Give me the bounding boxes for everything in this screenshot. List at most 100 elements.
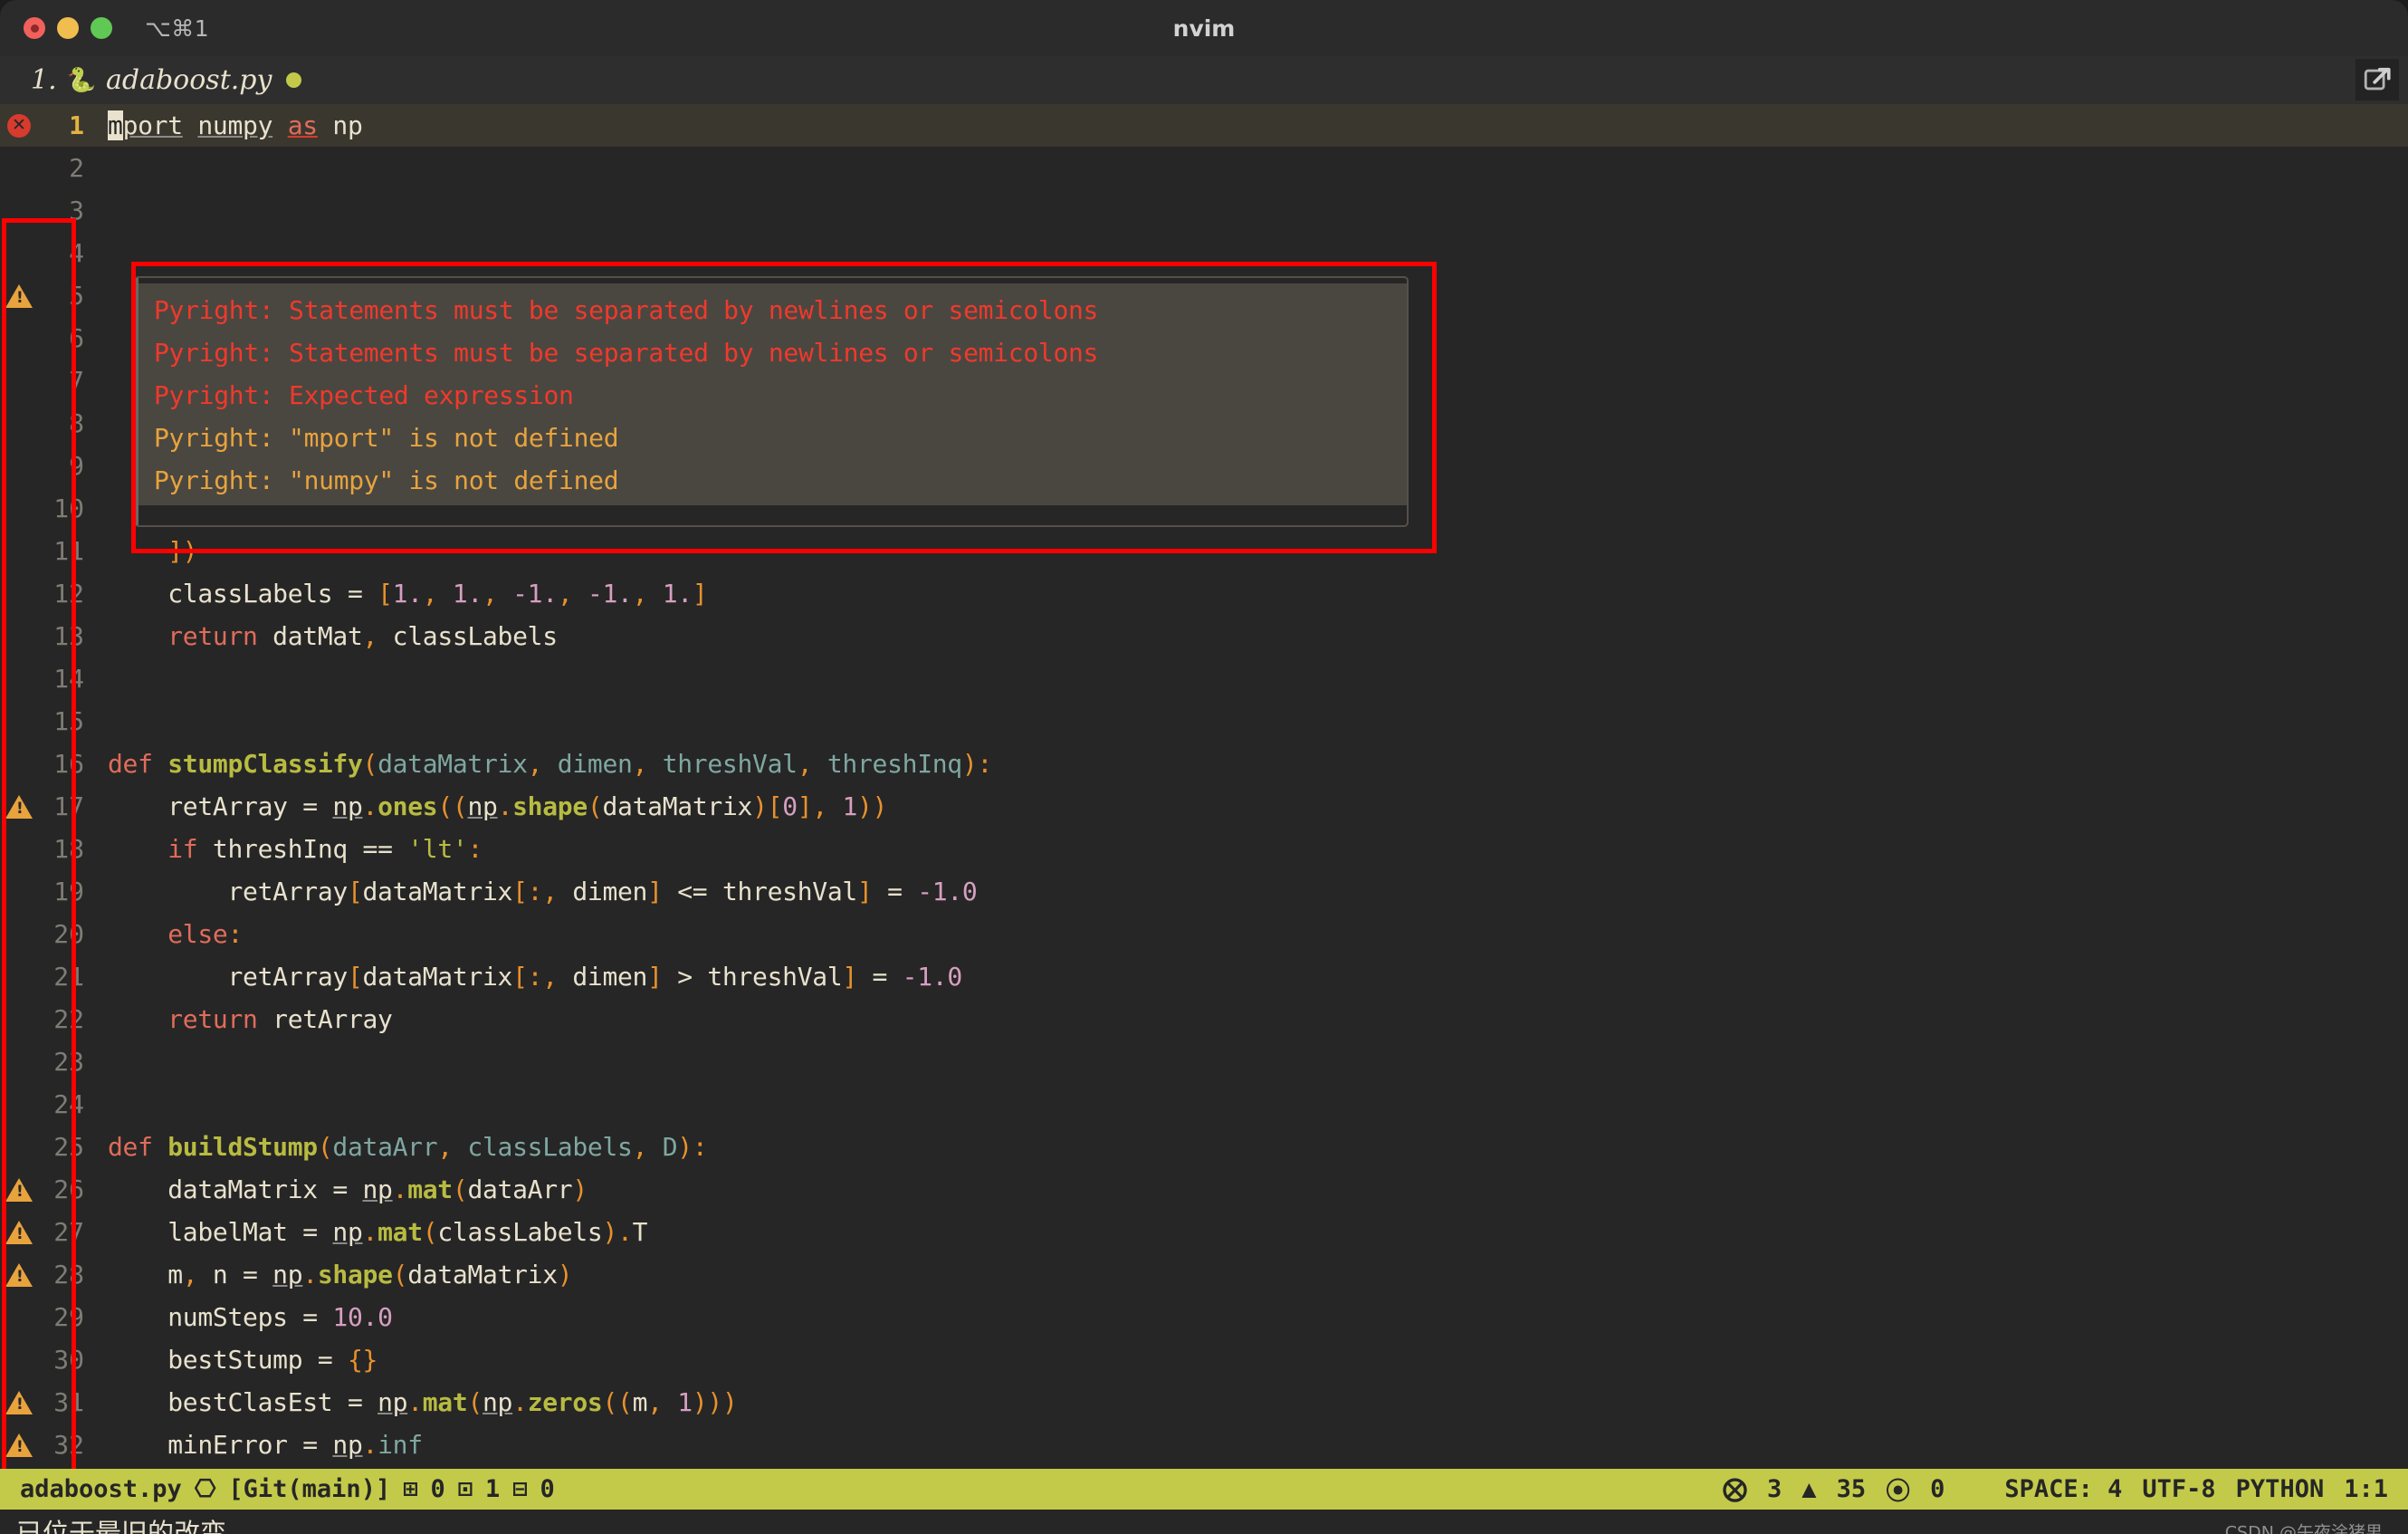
line-number: 19 bbox=[38, 877, 88, 906]
line-number: 1 bbox=[38, 110, 88, 140]
code-line: retArray[dataMatrix[:, dimen] > threshVa… bbox=[88, 962, 962, 992]
line-number: 24 bbox=[38, 1089, 88, 1119]
code-line: else: bbox=[88, 919, 243, 949]
line-number: 20 bbox=[38, 919, 88, 949]
statusline-warning-count: 35 bbox=[1837, 1475, 1867, 1503]
line-number: 12 bbox=[38, 579, 88, 609]
gutter-sign bbox=[0, 1178, 38, 1202]
diagnostic-item: Pyright: "mport" is not defined bbox=[136, 417, 1407, 459]
modified-indicator-icon bbox=[286, 72, 301, 88]
gutter-sign bbox=[0, 1433, 38, 1457]
code-line: def buildStump(dataArr, classLabels, D): bbox=[88, 1132, 707, 1162]
line-number: 28 bbox=[38, 1260, 88, 1290]
table-row: 21 retArray[dataMatrix[:, dimen] > thres… bbox=[0, 955, 2408, 998]
table-row: 30 bestStump = {} bbox=[0, 1338, 2408, 1381]
table-row: 28 m, n = np.shape(dataMatrix) bbox=[0, 1253, 2408, 1296]
statusline-left: adaboost.py ⎔ [Git(main)] ⊞ 0 ⊡ 1 ⊟ 0 bbox=[20, 1475, 555, 1503]
close-window-button[interactable] bbox=[24, 17, 45, 39]
statusline-error-count: 3 bbox=[1767, 1475, 1782, 1503]
tab-number: 1. bbox=[31, 64, 57, 96]
table-row: 32 minError = np.inf bbox=[0, 1424, 2408, 1466]
window-title: nvim bbox=[0, 0, 2408, 56]
code-line: bestClasEst = np.mat(np.zeros((m, 1))) bbox=[88, 1387, 738, 1417]
gutter-sign bbox=[0, 1391, 38, 1414]
line-number: 7 bbox=[38, 366, 88, 396]
line-number: 10 bbox=[38, 494, 88, 523]
table-row: 12 classLabels = [1., 1., -1., -1., 1.] bbox=[0, 572, 2408, 615]
line-number: 23 bbox=[38, 1047, 88, 1077]
statusline-filetype: PYTHON bbox=[2236, 1475, 2325, 1503]
table-row: 13 return datMat, classLabels bbox=[0, 615, 2408, 657]
statusline: adaboost.py ⎔ [Git(main)] ⊞ 0 ⊡ 1 ⊟ 0 ⨂ 3… bbox=[0, 1469, 2408, 1510]
maximize-window-button[interactable] bbox=[91, 17, 112, 39]
line-number: 18 bbox=[38, 834, 88, 864]
git-removed-count: 0 bbox=[540, 1475, 555, 1503]
window-titlebar: ⌥⌘1 nvim bbox=[0, 0, 2408, 56]
diagnostic-item: Pyright: "numpy" is not defined bbox=[136, 459, 1407, 502]
statusline-right: ⨂3 ▲35 ⦿0 SPACE: 4 UTF-8 PYTHON 1:1 bbox=[1723, 1472, 2388, 1507]
table-row: 11 ]) bbox=[0, 530, 2408, 572]
warning-triangle-icon bbox=[5, 1433, 33, 1457]
code-line: return datMat, classLabels bbox=[88, 621, 558, 651]
expand-window-icon[interactable] bbox=[2355, 59, 2399, 101]
code-line: classLabels = [1., 1., -1., -1., 1.] bbox=[88, 579, 707, 609]
line-number: 29 bbox=[38, 1302, 88, 1332]
table-row: 29 numSteps = 10.0 bbox=[0, 1296, 2408, 1338]
warning-triangle-icon: ▲ bbox=[1801, 1475, 1816, 1503]
line-number: 31 bbox=[38, 1387, 88, 1417]
code-line: dataMatrix = np.mat(dataArr) bbox=[88, 1174, 588, 1204]
tab-adaboost-py[interactable]: 1. 🐍 adaboost.py bbox=[0, 56, 301, 104]
error-circle-icon: ⨂ bbox=[1723, 1475, 1747, 1503]
python-icon: 🐍 bbox=[67, 69, 96, 92]
line-number: 17 bbox=[38, 791, 88, 821]
table-row: 22 return retArray bbox=[0, 998, 2408, 1040]
watermark: CSDN @午夜涂猪男 bbox=[2225, 1519, 2383, 1534]
statusline-filename: adaboost.py bbox=[20, 1475, 182, 1503]
warning-triangle-icon bbox=[5, 1178, 33, 1202]
line-number: 25 bbox=[38, 1132, 88, 1162]
code-line: m, n = np.shape(dataMatrix) bbox=[88, 1260, 572, 1290]
table-row: 25 def buildStump(dataArr, classLabels, … bbox=[0, 1126, 2408, 1168]
tabline: 1. 🐍 adaboost.py bbox=[0, 56, 2408, 104]
text-cursor: m bbox=[108, 110, 123, 140]
table-row: 19 retArray[dataMatrix[:, dimen] <= thre… bbox=[0, 870, 2408, 913]
warning-triangle-icon bbox=[5, 795, 33, 819]
line-number: 32 bbox=[38, 1430, 88, 1460]
line-number: 4 bbox=[38, 238, 88, 268]
diagnostic-item: Pyright: Statements must be separated by… bbox=[136, 289, 1407, 331]
table-row: 26 dataMatrix = np.mat(dataArr) bbox=[0, 1168, 2408, 1211]
expand-arrow-icon bbox=[2362, 64, 2393, 95]
line-number: 30 bbox=[38, 1345, 88, 1375]
table-row: 4 bbox=[0, 232, 2408, 274]
table-row: 15 bbox=[0, 700, 2408, 743]
statusline-indent: SPACE: 4 bbox=[2004, 1475, 2122, 1503]
git-removed-icon: ⊟ bbox=[512, 1475, 527, 1503]
minimize-window-button[interactable] bbox=[57, 17, 79, 39]
statusline-position: 1:1 bbox=[2344, 1475, 2388, 1503]
line-number: 11 bbox=[38, 536, 88, 566]
line-number: 5 bbox=[38, 281, 88, 311]
table-row: 2 bbox=[0, 147, 2408, 189]
git-branch-icon: ⎔ bbox=[195, 1475, 216, 1503]
table-row: 14 bbox=[0, 657, 2408, 700]
table-row: 31 bestClasEst = np.mat(np.zeros((m, 1))… bbox=[0, 1381, 2408, 1424]
line-number: 13 bbox=[38, 621, 88, 651]
code-line: labelMat = np.mat(classLabels).T bbox=[88, 1217, 647, 1247]
table-row: 23 bbox=[0, 1040, 2408, 1083]
tab-filename: adaboost.py bbox=[106, 64, 272, 96]
code-line: if threshInq == 'lt': bbox=[88, 834, 483, 864]
popup-left-border bbox=[136, 278, 139, 525]
cmdline[interactable]: 已位于最旧的改变 CSDN @午夜涂猪男 bbox=[0, 1510, 2408, 1534]
line-number: 6 bbox=[38, 323, 88, 353]
git-added-icon: ⊞ bbox=[403, 1475, 417, 1503]
gutter-sign bbox=[0, 284, 38, 308]
diagnostics-popup[interactable]: Pyright: Statements must be separated by… bbox=[134, 276, 1409, 527]
diagnostic-item: Pyright: Expected expression bbox=[136, 374, 1407, 417]
code-line: numSteps = 10.0 bbox=[88, 1302, 393, 1332]
table-row: ✕ 1 mport numpy as np bbox=[0, 104, 2408, 147]
warning-triangle-icon bbox=[5, 284, 33, 308]
window-shortcut-label: ⌥⌘1 bbox=[145, 15, 209, 42]
editor-area[interactable]: ✕ 1 mport numpy as np 2 3 4 5 6 bbox=[0, 104, 2408, 1469]
line-number: 27 bbox=[38, 1217, 88, 1247]
statusline-git-branch: [Git(main)] bbox=[228, 1475, 390, 1503]
